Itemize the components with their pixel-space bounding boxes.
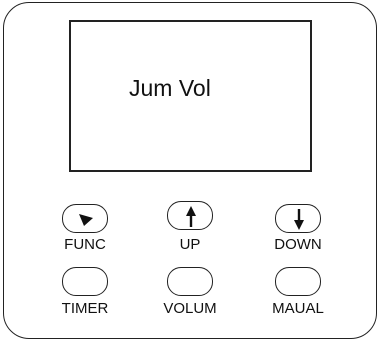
volum-button[interactable] [167, 267, 213, 296]
down-label: DOWN [274, 236, 322, 253]
arrow-down-icon [294, 209, 304, 230]
maual-button[interactable] [275, 267, 321, 296]
volum-label: VOLUM [163, 300, 217, 317]
func-button[interactable] [62, 204, 108, 233]
up-button[interactable] [167, 201, 213, 230]
maual-label: MAUAL [272, 300, 324, 317]
down-button[interactable] [275, 204, 321, 233]
timer-button[interactable] [62, 267, 108, 296]
arrow-up-icon [186, 206, 196, 227]
up-label: UP [179, 236, 201, 253]
triangle-down-icon [79, 214, 93, 226]
func-label: FUNC [64, 236, 106, 253]
display-screen: Jum Vol [69, 20, 312, 172]
timer-label: TIMER [61, 300, 109, 317]
display-text: Jum Vol [129, 75, 211, 101]
